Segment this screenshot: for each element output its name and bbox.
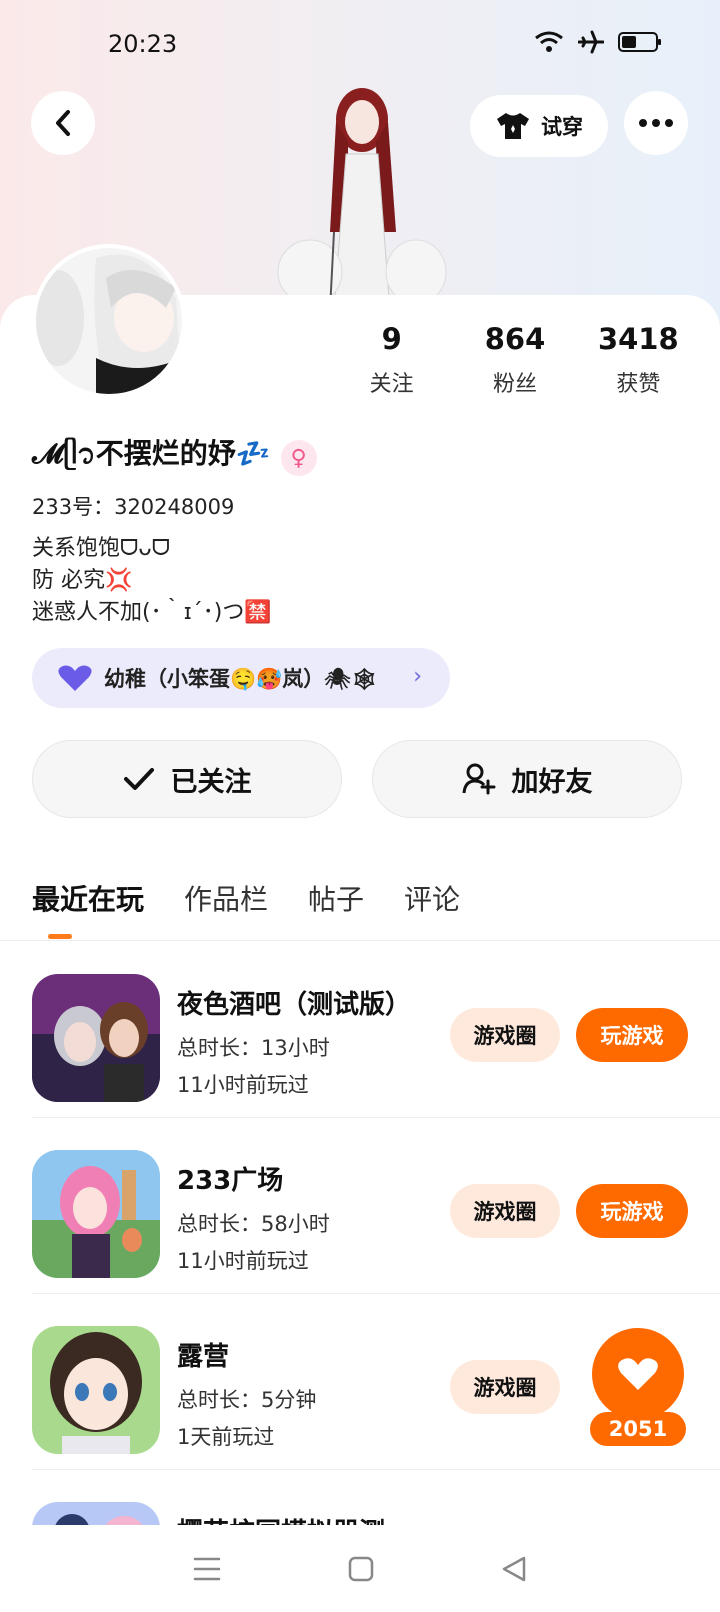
game-circle-button[interactable]: 游戏圈	[450, 1184, 560, 1238]
game-circle-button[interactable]: 游戏圈	[450, 1008, 560, 1062]
game-meta: 总时长：5分钟 1天前玩过	[177, 1382, 316, 1456]
battery-icon	[618, 32, 661, 52]
add-friend-label: 加好友	[511, 766, 593, 798]
game-meta: 总时长：13小时 11小时前玩过	[177, 1030, 330, 1104]
like-fab[interactable]: 2051	[576, 1328, 694, 1446]
stat-following[interactable]: 9 关注	[330, 322, 453, 398]
play-game-button[interactable]: 玩游戏	[576, 1008, 688, 1062]
menu-icon[interactable]	[193, 1556, 221, 1582]
game-icon	[32, 1326, 160, 1454]
profile-tabs: 最近在玩 作品栏 帖子 评论	[32, 878, 460, 918]
stat-label: 粉丝	[492, 372, 537, 397]
game-title: 夜色酒吧（测试版）	[177, 990, 412, 1020]
game-circle-button[interactable]: 游戏圈	[450, 1360, 560, 1414]
heart-icon	[618, 1358, 658, 1390]
character-figure-image	[277, 88, 447, 310]
game-duration: 总时长：5分钟	[177, 1388, 317, 1412]
bio-line: 关系饱饱ᗜᴗᗜ	[32, 536, 170, 561]
status-bar: 20:23	[0, 0, 720, 90]
home-icon[interactable]	[348, 1556, 374, 1582]
try-on-button[interactable]: 试穿	[470, 95, 608, 157]
status-time: 20:23	[108, 30, 178, 58]
tabs-divider	[0, 940, 720, 941]
stat-likes[interactable]: 3418 获赞	[577, 322, 700, 398]
more-options-button[interactable]	[624, 91, 688, 155]
checkmark-icon	[123, 768, 154, 790]
chevron-left-icon	[56, 110, 70, 136]
system-navigation-bar	[0, 1525, 720, 1612]
like-button[interactable]	[592, 1328, 684, 1420]
airplane-mode-icon	[578, 30, 604, 54]
more-dots-icon	[639, 119, 673, 127]
followed-button[interactable]: 已关注	[32, 740, 342, 818]
game-icon	[32, 1150, 160, 1278]
add-user-icon	[462, 763, 495, 795]
profile-avatar[interactable]	[32, 244, 186, 398]
followed-label: 已关注	[170, 766, 252, 798]
username: 𝓜ᥫ᭡不摆烂的妤💤	[32, 437, 271, 470]
stat-followers[interactable]: 864 粉丝	[453, 322, 576, 398]
profile-stats: 9 关注 864 粉丝 3418 获赞	[330, 322, 700, 398]
tab-posts[interactable]: 帖子	[308, 878, 364, 918]
game-icon	[32, 1502, 160, 1525]
group-chip-label: 幼稚（小笨蛋🤤🥵岚）🕷🕸	[104, 667, 378, 691]
list-item[interactable]: 樱花校园模拟器测	[0, 1470, 720, 1525]
like-count: 2051	[590, 1412, 686, 1446]
game-title: 樱花校园模拟器测	[177, 1512, 385, 1525]
game-icon	[32, 974, 160, 1102]
game-duration: 总时长：13小时	[177, 1036, 330, 1060]
try-on-label: 试穿	[541, 115, 583, 139]
stat-value: 9	[381, 322, 402, 356]
back-icon[interactable]	[501, 1555, 527, 1583]
game-duration: 总时长：58小时	[177, 1212, 330, 1236]
group-chip[interactable]: 幼稚（小笨蛋🤤🥵岚）🕷🕸 ›	[32, 648, 450, 708]
bio-line: 迷惑人不加(･｀ɪ´･)つ🈲	[32, 600, 272, 625]
stat-label: 关注	[369, 372, 414, 397]
user-id[interactable]: 233号：320248009	[32, 491, 234, 521]
stat-value: 864	[484, 322, 546, 356]
game-last-played: 11小时前玩过	[177, 1249, 309, 1273]
avatar-image	[36, 248, 182, 394]
female-gender-icon: ♀	[280, 440, 317, 476]
wifi-icon	[535, 31, 563, 52]
game-meta: 总时长：58小时 11小时前玩过	[177, 1206, 330, 1280]
stat-label: 获赞	[616, 372, 661, 397]
add-friend-button[interactable]: 加好友	[372, 740, 682, 818]
tshirt-icon	[497, 113, 529, 139]
game-last-played: 11小时前玩过	[177, 1073, 309, 1097]
tab-comments[interactable]: 评论	[404, 878, 460, 918]
active-tab-indicator	[48, 934, 72, 939]
chevron-right-icon: ›	[413, 664, 422, 689]
bio: 关系饱饱ᗜᴗᗜ 防 必究💢 迷惑人不加(･｀ɪ´･)つ🈲	[32, 533, 272, 629]
tab-recently-played[interactable]: 最近在玩	[32, 878, 144, 918]
username-row: 𝓜ᥫ᭡不摆烂的妤💤 ♀	[32, 432, 317, 484]
play-game-button[interactable]: 玩游戏	[576, 1184, 688, 1238]
game-last-played: 1天前玩过	[177, 1425, 275, 1449]
game-title: 露营	[177, 1342, 230, 1372]
status-icons	[534, 30, 662, 54]
list-item[interactable]: 夜色酒吧（测试版） 总时长：13小时 11小时前玩过 游戏圈 玩游戏	[0, 942, 720, 1118]
bio-line: 防 必究💢	[32, 568, 133, 593]
game-title: 233广场	[177, 1166, 284, 1196]
back-button[interactable]	[31, 91, 95, 155]
list-item[interactable]: 233广场 总时长：58小时 11小时前玩过 游戏圈 玩游戏	[0, 1118, 720, 1294]
heart-icon	[58, 665, 92, 691]
stat-value: 3418	[597, 322, 679, 356]
tab-works[interactable]: 作品栏	[184, 878, 268, 918]
